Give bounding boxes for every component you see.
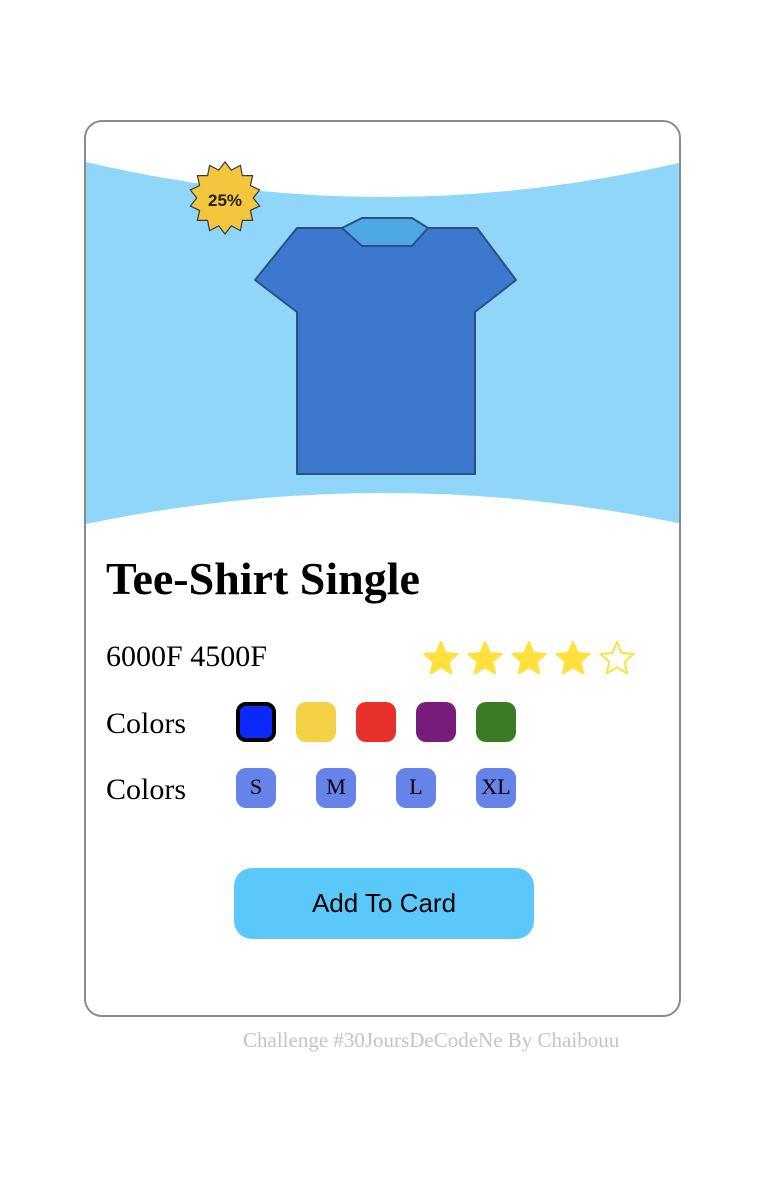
new-price: 4500F <box>190 640 267 673</box>
star-filled-icon <box>423 641 459 675</box>
product-card: 25% Tee-Shirt Single 6000F 4500F Colors … <box>84 120 681 1017</box>
size-option-s[interactable]: S <box>236 768 276 808</box>
color-swatch-purple[interactable] <box>416 702 456 742</box>
price-line: 6000F 4500F <box>106 640 267 674</box>
discount-badge-text: 25% <box>208 191 242 210</box>
sizes-label: Colors <box>106 773 187 806</box>
color-swatch-green[interactable] <box>476 702 516 742</box>
size-options: S M L XL <box>236 768 516 808</box>
star-filled-icon <box>467 641 503 675</box>
color-swatch-yellow[interactable] <box>296 702 336 742</box>
footer-credit: Challenge #30JoursDeCodeNe By Chaibouu <box>243 1028 620 1052</box>
star-empty-icon <box>599 641 635 675</box>
rating-stars <box>422 640 636 676</box>
add-to-cart-button[interactable]: Add To Card <box>234 868 534 939</box>
product-title: Tee-Shirt Single <box>106 553 420 604</box>
size-option-xl[interactable]: XL <box>476 768 516 808</box>
size-option-l[interactable]: L <box>396 768 436 808</box>
colors-label: Colors <box>106 707 187 740</box>
color-swatches <box>236 702 516 742</box>
size-option-m[interactable]: M <box>316 768 356 808</box>
old-price: 6000F <box>106 640 183 673</box>
color-swatch-red[interactable] <box>356 702 396 742</box>
color-swatch-blue[interactable] <box>236 702 276 742</box>
star-filled-icon <box>511 641 547 675</box>
product-hero: 25% <box>86 161 679 524</box>
star-filled-icon <box>555 641 591 675</box>
